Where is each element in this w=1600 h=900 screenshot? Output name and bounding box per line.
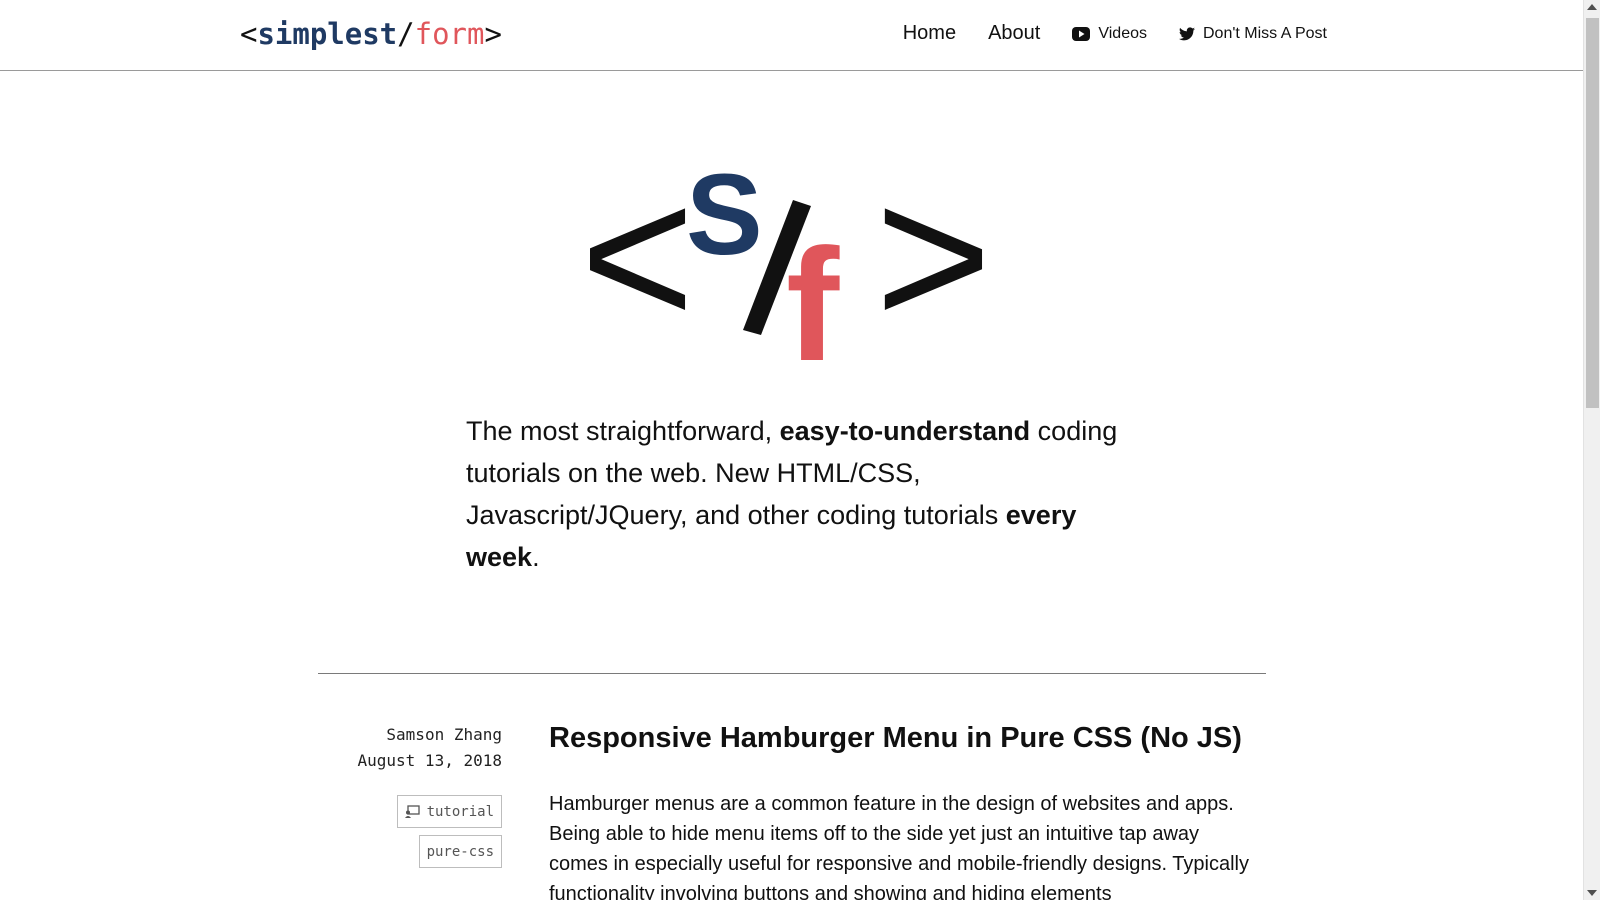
logo-close-bracket: >: [484, 17, 502, 51]
tagline-part-1: The most straightforward,: [466, 416, 780, 446]
tag-pure-css[interactable]: pure-css: [418, 835, 502, 868]
nav-videos[interactable]: Videos: [1072, 25, 1147, 43]
section-divider: [318, 673, 1266, 674]
hero-logo: < S f >: [590, 160, 990, 370]
hero-logo-close-bracket: >: [875, 160, 990, 368]
twitter-icon: [1179, 26, 1195, 40]
hero-logo-open-bracket: <: [590, 160, 695, 368]
logo-open-bracket: <: [240, 17, 258, 51]
page-scrollbar[interactable]: [1583, 0, 1600, 900]
hero-logo-f: f: [786, 215, 840, 370]
tag-pure-css-label: pure-css: [426, 843, 494, 860]
scroll-down-arrow-icon[interactable]: [1587, 890, 1597, 896]
site-logo[interactable]: <simplest/form>: [240, 14, 502, 54]
site-header: <simplest/form> Home About Videos Don't …: [0, 0, 1583, 71]
hero-logo-s: S: [686, 160, 763, 279]
nav-about[interactable]: About: [988, 22, 1040, 45]
nav-home-label: Home: [902, 22, 957, 44]
post-excerpt: Hamburger menus are a common feature in …: [549, 793, 1249, 900]
nav-dont-miss-label: Don't Miss A Post: [1203, 24, 1327, 42]
youtube-icon: [1072, 26, 1091, 41]
post-date: August 13, 2018: [357, 751, 503, 770]
hero-tagline: The most straightforward, easy-to-unders…: [466, 410, 1146, 578]
logo-form: form: [414, 17, 485, 51]
tag-tutorial[interactable]: tutorial: [396, 795, 502, 828]
scroll-thumb[interactable]: [1586, 18, 1599, 408]
tagline-part-3: .: [532, 542, 540, 572]
post-author[interactable]: Samson Zhang: [300, 722, 502, 748]
logo-simplest: simplest: [257, 17, 398, 51]
post-tags: tutorial pure-css: [396, 795, 502, 875]
nav-dont-miss-a-post[interactable]: Don't Miss A Post: [1179, 25, 1327, 43]
nav-about-label: About: [988, 22, 1041, 44]
logo-slash: /: [397, 17, 415, 51]
post-title[interactable]: Responsive Hamburger Menu in Pure CSS (N…: [549, 718, 1242, 758]
scroll-up-arrow-icon[interactable]: [1587, 4, 1597, 10]
nav-home[interactable]: Home: [903, 22, 956, 45]
tag-tutorial-label: tutorial: [426, 803, 494, 820]
post-meta: Samson Zhang August 13, 2018: [300, 722, 503, 774]
nav-videos-label: Videos: [1098, 24, 1147, 42]
tagline-bold-1: easy-to-understand: [779, 416, 1031, 446]
main-nav: Home About Videos Don't Miss A Post: [871, 22, 1327, 45]
presentation-icon: [404, 805, 420, 818]
